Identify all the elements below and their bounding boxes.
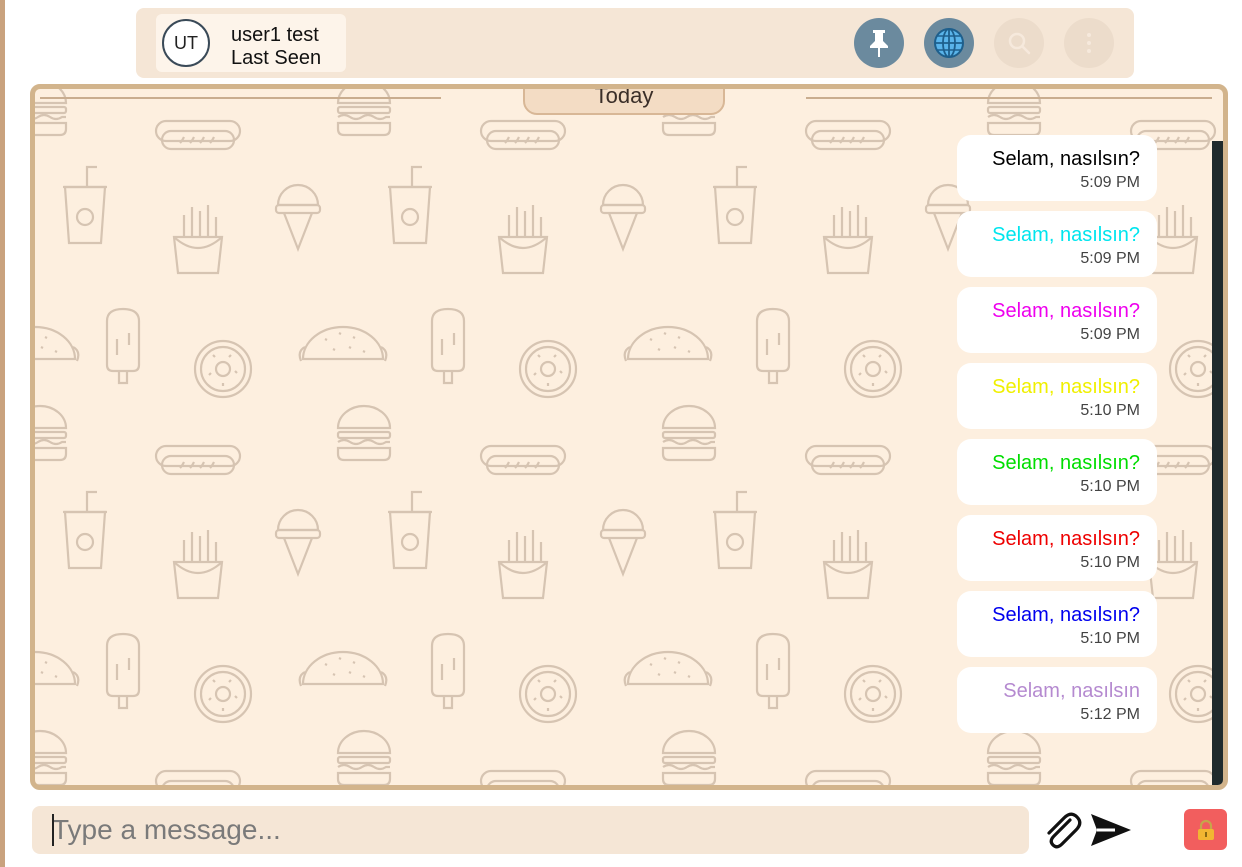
date-divider-left [40, 97, 441, 99]
message-text: Selam, nasılsın? [992, 224, 1140, 246]
message-bubble[interactable]: Selam, nasılsın? 5:09 PM [957, 211, 1157, 277]
lock-icon [1197, 819, 1214, 840]
left-edge-bar [0, 0, 5, 867]
globe-icon [934, 28, 964, 58]
message-text: Selam, nasılsın [1003, 680, 1140, 702]
search-button[interactable] [994, 18, 1044, 68]
lock-button[interactable] [1184, 809, 1227, 850]
text-cursor [52, 814, 54, 846]
message-time: 5:09 PM [1080, 174, 1140, 191]
avatar[interactable]: UT [162, 19, 210, 67]
pin-button[interactable] [854, 18, 904, 68]
message-text: Selam, nasılsın? [992, 452, 1140, 474]
message-bubble[interactable]: Selam, nasılsın 5:12 PM [957, 667, 1157, 733]
message-time: 5:09 PM [1080, 326, 1140, 343]
message-time: 5:10 PM [1080, 402, 1140, 419]
chat-scrollbar[interactable] [1212, 141, 1223, 785]
pin-icon [870, 30, 888, 57]
date-separator: Today [523, 89, 725, 115]
chat-area[interactable]: Today Selam, nasılsın? 5:09 PM Selam, nası… [30, 84, 1228, 790]
date-divider-right [806, 97, 1212, 99]
more-button[interactable] [1064, 18, 1114, 68]
chat-header: UT user1 test Last Seen [136, 8, 1134, 78]
attach-button[interactable] [1042, 810, 1082, 852]
message-time: 5:12 PM [1080, 706, 1140, 723]
send-button[interactable] [1089, 810, 1133, 850]
message-text: Selam, nasılsın? [992, 148, 1140, 170]
paperclip-icon [1047, 812, 1082, 849]
message-time: 5:10 PM [1080, 554, 1140, 571]
message-text: Selam, nasılsın? [992, 376, 1140, 398]
message-text: Selam, nasılsın? [992, 300, 1140, 322]
message-bubble[interactable]: Selam, nasılsın? 5:10 PM [957, 439, 1157, 505]
message-text: Selam, nasılsın? [992, 604, 1140, 626]
message-bubble[interactable]: Selam, nasılsın? 5:10 PM [957, 363, 1157, 429]
message-time: 5:09 PM [1080, 250, 1140, 267]
search-icon [1008, 32, 1031, 55]
message-bubble[interactable]: Selam, nasılsın? 5:09 PM [957, 135, 1157, 201]
contact-card[interactable]: UT user1 test Last Seen [156, 14, 346, 72]
message-text: Selam, nasılsın? [992, 528, 1140, 550]
message-input[interactable] [32, 806, 1029, 854]
contact-name: user1 test [231, 24, 319, 46]
message-bubble[interactable]: Selam, nasılsın? 5:10 PM [957, 591, 1157, 657]
message-bubble[interactable]: Selam, nasılsın? 5:09 PM [957, 287, 1157, 353]
message-bubble[interactable]: Selam, nasılsın? 5:10 PM [957, 515, 1157, 581]
language-button[interactable] [924, 18, 974, 68]
contact-status: Last Seen [231, 47, 322, 69]
send-icon [1091, 814, 1131, 846]
message-list: Selam, nasılsın? 5:09 PM Selam, nasılsın? 5… [957, 135, 1157, 733]
message-time: 5:10 PM [1080, 478, 1140, 495]
more-vertical-icon [1087, 33, 1091, 53]
message-time: 5:10 PM [1080, 630, 1140, 647]
